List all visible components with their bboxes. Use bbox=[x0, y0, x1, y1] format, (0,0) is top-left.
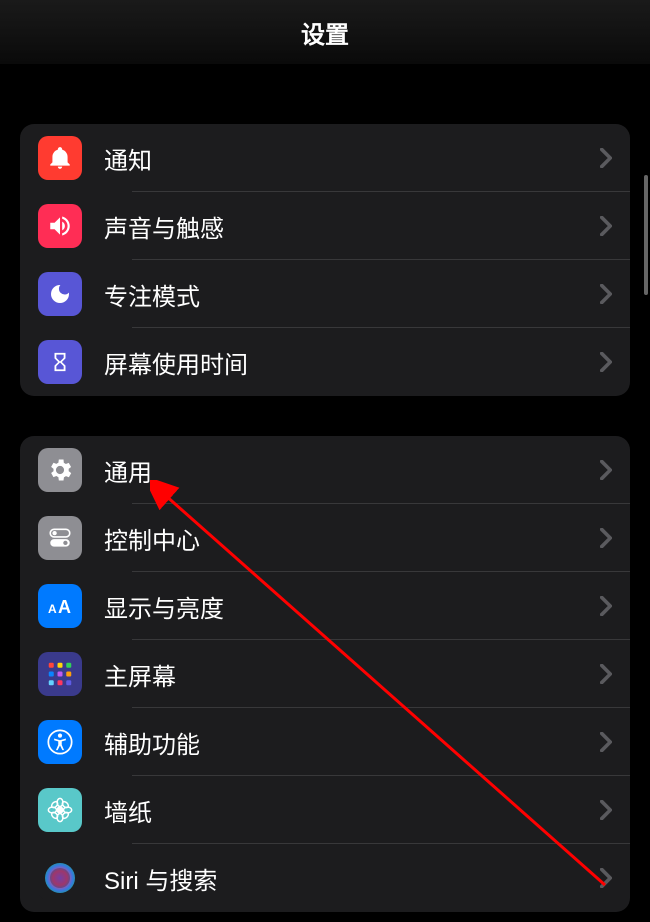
settings-row-accessibility[interactable]: 辅助功能 bbox=[20, 708, 630, 776]
row-label: 主屏幕 bbox=[104, 657, 600, 692]
chevron-right-icon bbox=[600, 596, 612, 616]
chevron-right-icon bbox=[600, 460, 612, 480]
settings-row-notifications[interactable]: 通知 bbox=[20, 124, 630, 192]
header-bar: 设置 bbox=[0, 0, 650, 64]
moon-icon bbox=[38, 272, 82, 316]
row-label: 屏幕使用时间 bbox=[104, 345, 600, 380]
hourglass-icon bbox=[38, 340, 82, 384]
flower-icon bbox=[38, 788, 82, 832]
row-label: 通知 bbox=[104, 141, 600, 176]
textsize-icon: AA bbox=[38, 584, 82, 628]
chevron-right-icon bbox=[600, 664, 612, 684]
row-label: 声音与触感 bbox=[104, 209, 600, 244]
chevron-right-icon bbox=[600, 216, 612, 236]
accessibility-icon bbox=[38, 720, 82, 764]
settings-row-display[interactable]: AA 显示与亮度 bbox=[20, 572, 630, 640]
row-label: 控制中心 bbox=[104, 521, 600, 556]
chevron-right-icon bbox=[600, 148, 612, 168]
chevron-right-icon bbox=[600, 800, 612, 820]
row-label: 通用 bbox=[104, 453, 600, 488]
row-label: 显示与亮度 bbox=[104, 589, 600, 624]
chevron-right-icon bbox=[600, 352, 612, 372]
settings-row-general[interactable]: 通用 bbox=[20, 436, 630, 504]
settings-row-homescreen[interactable]: 主屏幕 bbox=[20, 640, 630, 708]
scrollbar[interactable] bbox=[644, 175, 648, 295]
row-label: 辅助功能 bbox=[104, 725, 600, 760]
settings-row-focus[interactable]: 专注模式 bbox=[20, 260, 630, 328]
speaker-icon bbox=[38, 204, 82, 248]
settings-row-controlcenter[interactable]: 控制中心 bbox=[20, 504, 630, 572]
settings-row-sounds[interactable]: 声音与触感 bbox=[20, 192, 630, 260]
svg-text:A: A bbox=[48, 602, 57, 616]
settings-group-1: 通知 声音与触感 专注模式 屏幕使用时间 bbox=[20, 124, 630, 396]
chevron-right-icon bbox=[600, 284, 612, 304]
row-label: Siri 与搜索 bbox=[104, 861, 600, 896]
settings-group-2: 通用 控制中心 AA 显示与亮度 主屏幕 bbox=[20, 436, 630, 912]
svg-text:A: A bbox=[58, 597, 71, 617]
row-label: 墙纸 bbox=[104, 793, 600, 828]
siri-icon bbox=[38, 856, 82, 900]
bell-icon bbox=[38, 136, 82, 180]
settings-row-wallpaper[interactable]: 墙纸 bbox=[20, 776, 630, 844]
page-title: 设置 bbox=[301, 15, 349, 50]
settings-row-screentime[interactable]: 屏幕使用时间 bbox=[20, 328, 630, 396]
toggle-icon bbox=[38, 516, 82, 560]
grid-icon bbox=[38, 652, 82, 696]
chevron-right-icon bbox=[600, 732, 612, 752]
chevron-right-icon bbox=[600, 868, 612, 888]
settings-row-siri[interactable]: Siri 与搜索 bbox=[20, 844, 630, 912]
row-label: 专注模式 bbox=[104, 277, 600, 312]
chevron-right-icon bbox=[600, 528, 612, 548]
gear-icon bbox=[38, 448, 82, 492]
